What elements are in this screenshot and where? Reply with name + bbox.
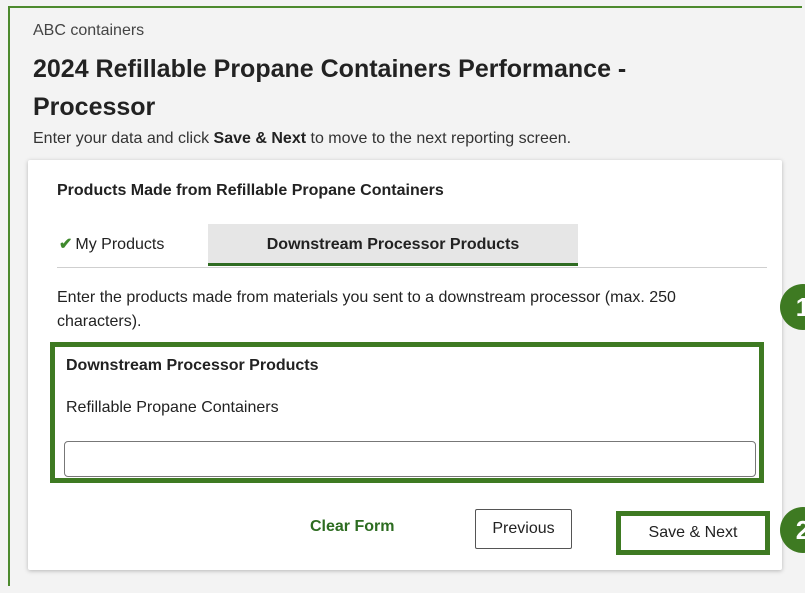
page-title: 2024 Refillable Propane Containers Perfo…	[33, 55, 627, 121]
tab-downstream-label: Downstream Processor Products	[266, 236, 520, 253]
tab-downstream-processor-products[interactable]: Downstream Processor Products	[208, 224, 578, 266]
instruction-suffix: to move to the next reporting screen.	[306, 130, 572, 147]
field-group-heading: Downstream Processor Products	[66, 357, 319, 374]
form-card: Products Made from Refillable Propane Co…	[28, 160, 782, 570]
clear-form-button[interactable]: Clear Form	[310, 518, 394, 536]
tab-my-products[interactable]: ✔ My Products	[57, 224, 209, 266]
previous-button[interactable]: Previous	[475, 509, 572, 549]
instruction-prefix: Enter your data and click	[33, 130, 214, 147]
instruction-bold: Save & Next	[213, 130, 307, 147]
organization-name: ABC containers	[33, 22, 145, 39]
downstream-products-input[interactable]	[64, 441, 756, 477]
checkmark-icon: ✔	[59, 236, 73, 253]
section-title: Products Made from Refillable Propane Co…	[57, 182, 444, 199]
tab-bar: ✔ My Products Downstream Processor Produc…	[57, 224, 767, 268]
page-instructions: Enter your data and click Save & Next to…	[33, 130, 571, 148]
field-label: Refillable Propane Containers	[66, 399, 279, 416]
tab-my-products-label: My Products	[75, 236, 165, 253]
field-instructions: Enter the products made from materials y…	[57, 289, 676, 330]
save-next-button[interactable]: Save & Next	[627, 522, 759, 544]
highlight-box-products-field: Downstream Processor Products Refillable…	[50, 342, 764, 483]
highlight-box-save-button: Save & Next	[616, 511, 770, 555]
